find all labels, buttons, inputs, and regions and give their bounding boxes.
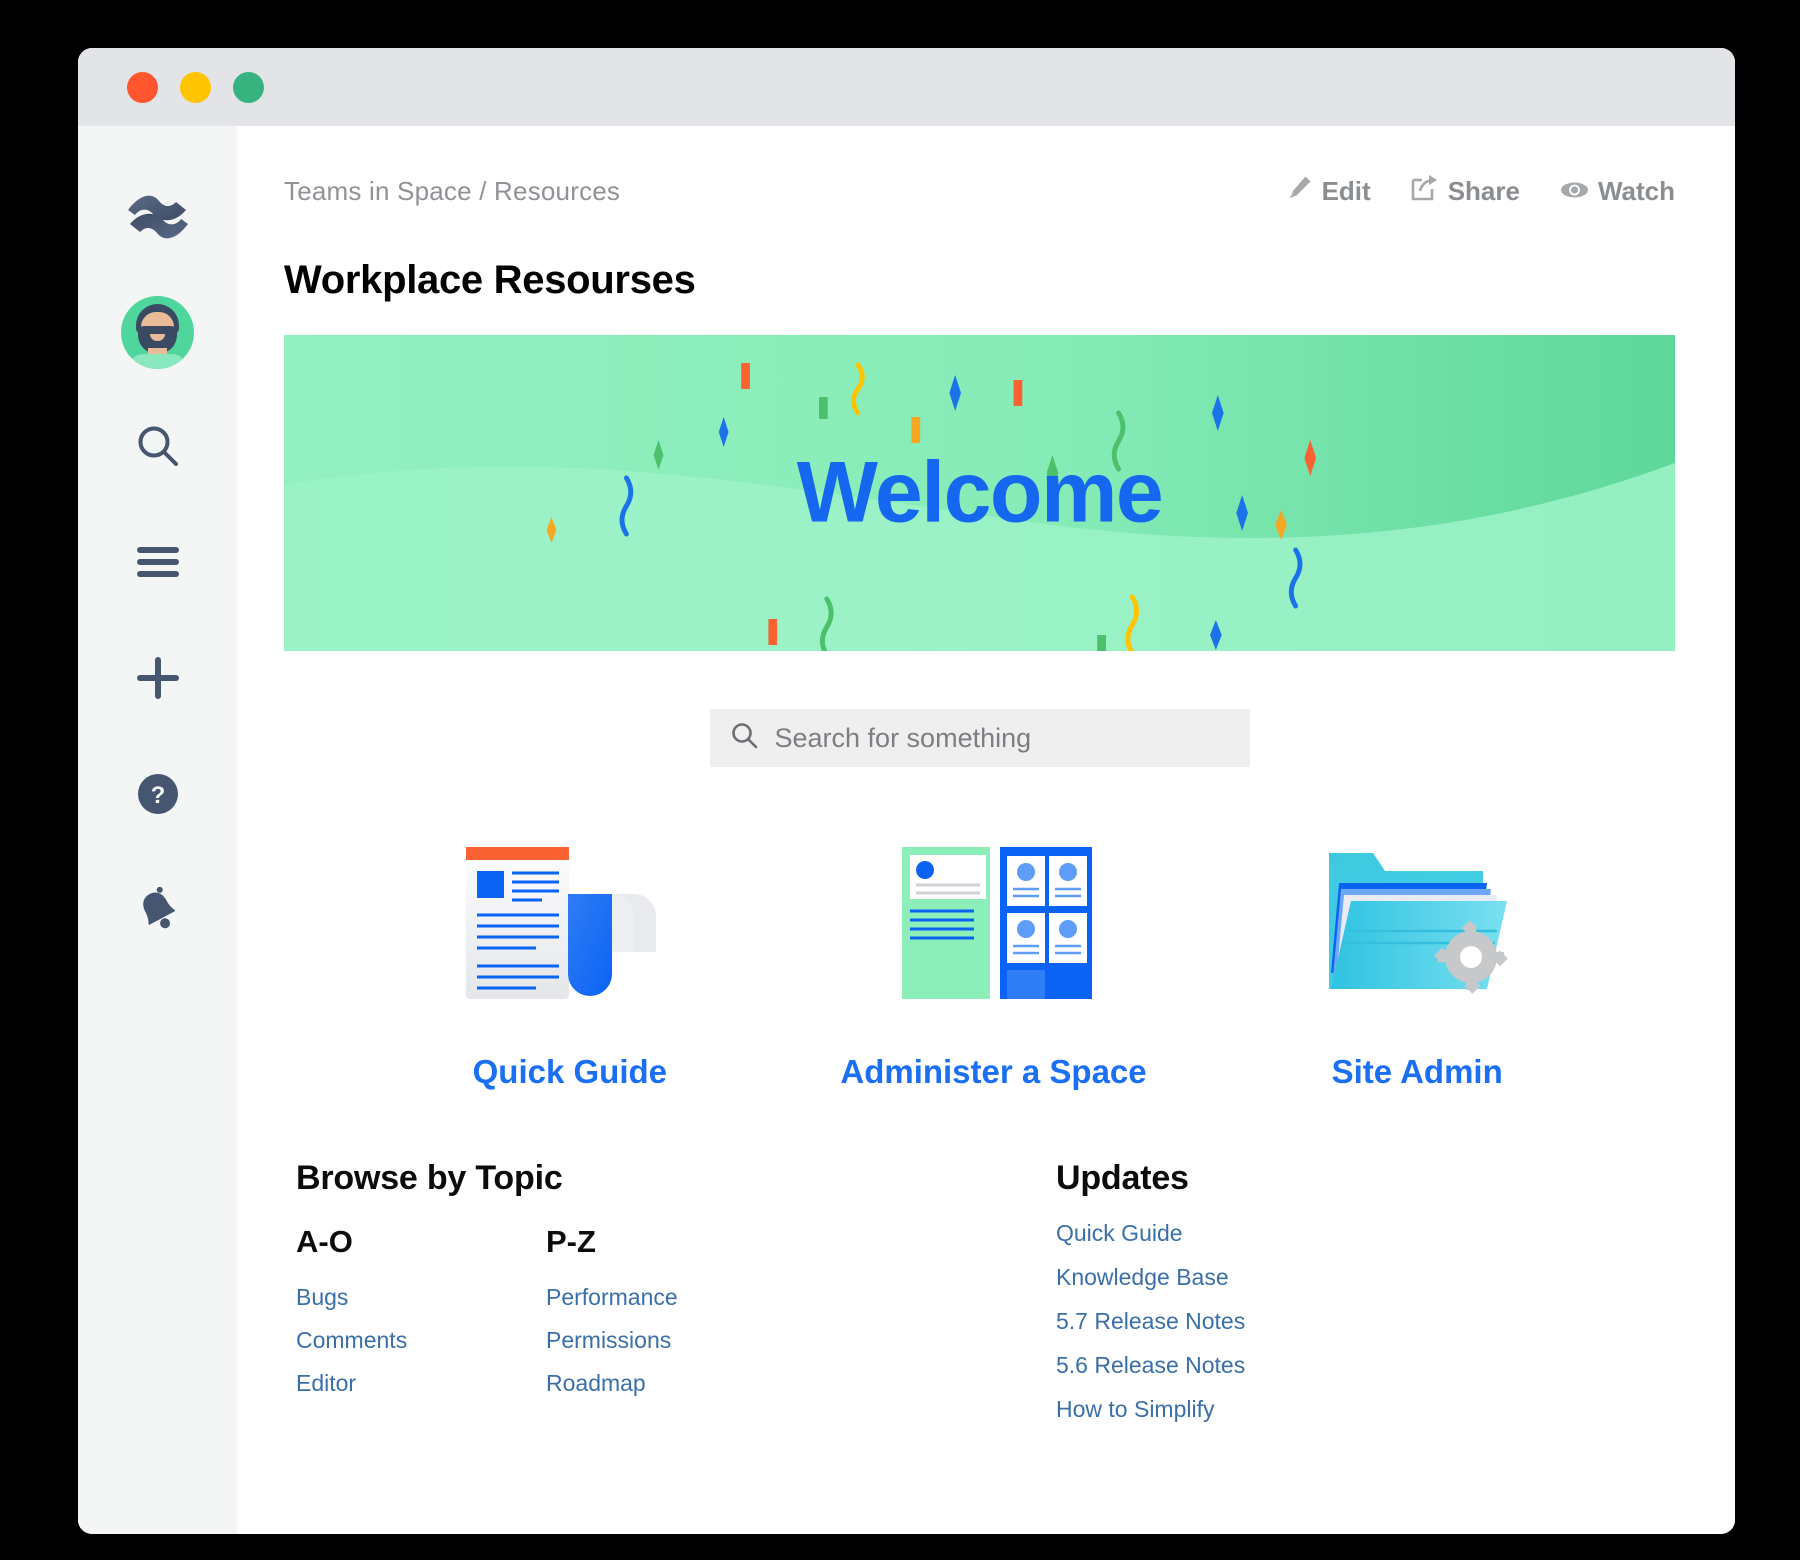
topic-link[interactable]: Permissions	[546, 1327, 796, 1354]
space-admin-icon	[888, 831, 1100, 1009]
share-label: Share	[1448, 176, 1520, 207]
card-site-admin[interactable]: Site Admin	[1205, 831, 1629, 1091]
column-heading: P-Z	[546, 1224, 796, 1260]
search-icon	[135, 423, 181, 474]
document-scroll-icon	[464, 831, 676, 1009]
welcome-heading: Welcome	[284, 444, 1675, 543]
sidebar-item-menu[interactable]	[78, 506, 237, 622]
sidebar-item-logo[interactable]	[78, 164, 237, 274]
quick-links-row: Quick Guide	[284, 831, 1675, 1091]
plus-icon	[134, 654, 182, 707]
update-link[interactable]: How to Simplify	[1056, 1396, 1675, 1423]
breadcrumb[interactable]: Teams in Space / Resources	[284, 176, 620, 207]
sidebar-item-notifications[interactable]	[78, 854, 237, 970]
maximize-button[interactable]	[233, 72, 264, 103]
topic-link[interactable]: Bugs	[296, 1284, 546, 1311]
topic-link[interactable]: Editor	[296, 1370, 546, 1397]
card-administer-a-space[interactable]: Administer a Space	[782, 831, 1206, 1091]
topic-link[interactable]: Performance	[546, 1284, 796, 1311]
main-content: Teams in Space / Resources Edit	[237, 126, 1735, 1534]
browse-by-topic-section: Browse by Topic A-O Bugs Comments Editor…	[296, 1159, 1056, 1423]
update-link[interactable]: 5.6 Release Notes	[1056, 1352, 1675, 1379]
card-label: Quick Guide	[473, 1053, 667, 1091]
browse-column-p-z: P-Z Performance Permissions Roadmap	[546, 1224, 796, 1397]
bell-icon	[135, 887, 181, 938]
topic-link[interactable]: Roadmap	[546, 1370, 796, 1397]
topic-link[interactable]: Comments	[296, 1327, 546, 1354]
window-body: ? Teams in Spa	[78, 126, 1735, 1534]
search-section	[284, 709, 1675, 767]
section-title: Updates	[1056, 1159, 1675, 1198]
welcome-banner: Welcome	[284, 335, 1675, 651]
sidebar-item-help[interactable]: ?	[78, 738, 237, 854]
pencil-icon	[1286, 174, 1313, 208]
card-label: Administer a Space	[840, 1053, 1146, 1091]
hamburger-menu-icon	[136, 546, 180, 583]
column-heading: A-O	[296, 1224, 546, 1260]
sidebar-item-search[interactable]	[78, 390, 237, 506]
sidebar-item-create[interactable]	[78, 622, 237, 738]
close-button[interactable]	[127, 72, 158, 103]
svg-text:?: ?	[150, 782, 165, 809]
search-icon	[730, 721, 759, 755]
confluence-logo-icon	[126, 188, 190, 251]
page-title: Workplace Resourses	[284, 258, 1675, 303]
eye-icon	[1560, 176, 1589, 207]
update-link[interactable]: 5.7 Release Notes	[1056, 1308, 1675, 1335]
browse-column-a-o: A-O Bugs Comments Editor	[296, 1224, 546, 1397]
updates-section: Updates Quick Guide Knowledge Base 5.7 R…	[1056, 1159, 1675, 1423]
edit-label: Edit	[1322, 176, 1371, 207]
window-titlebar	[78, 48, 1735, 126]
content-topbar: Teams in Space / Resources Edit	[284, 166, 1675, 216]
search-input[interactable]	[775, 723, 1230, 754]
folder-gear-icon	[1311, 831, 1523, 1009]
search-box[interactable]	[710, 709, 1250, 767]
section-title: Browse by Topic	[296, 1159, 1056, 1198]
help-icon: ?	[136, 772, 180, 821]
left-sidebar: ?	[78, 126, 237, 1534]
share-icon	[1411, 174, 1439, 208]
card-quick-guide[interactable]: Quick Guide	[358, 831, 782, 1091]
bottom-sections: Browse by Topic A-O Bugs Comments Editor…	[284, 1159, 1675, 1423]
card-label: Site Admin	[1332, 1053, 1503, 1091]
edit-button[interactable]: Edit	[1286, 174, 1371, 208]
update-link[interactable]: Quick Guide	[1056, 1220, 1675, 1247]
update-link[interactable]: Knowledge Base	[1056, 1264, 1675, 1291]
share-button[interactable]: Share	[1411, 174, 1520, 208]
minimize-button[interactable]	[180, 72, 211, 103]
sidebar-item-profile[interactable]	[78, 274, 237, 390]
watch-button[interactable]: Watch	[1560, 176, 1675, 207]
avatar	[121, 296, 194, 369]
watch-label: Watch	[1598, 176, 1675, 207]
page-actions: Edit Share	[1286, 174, 1675, 208]
browser-window: ? Teams in Spa	[78, 48, 1735, 1534]
